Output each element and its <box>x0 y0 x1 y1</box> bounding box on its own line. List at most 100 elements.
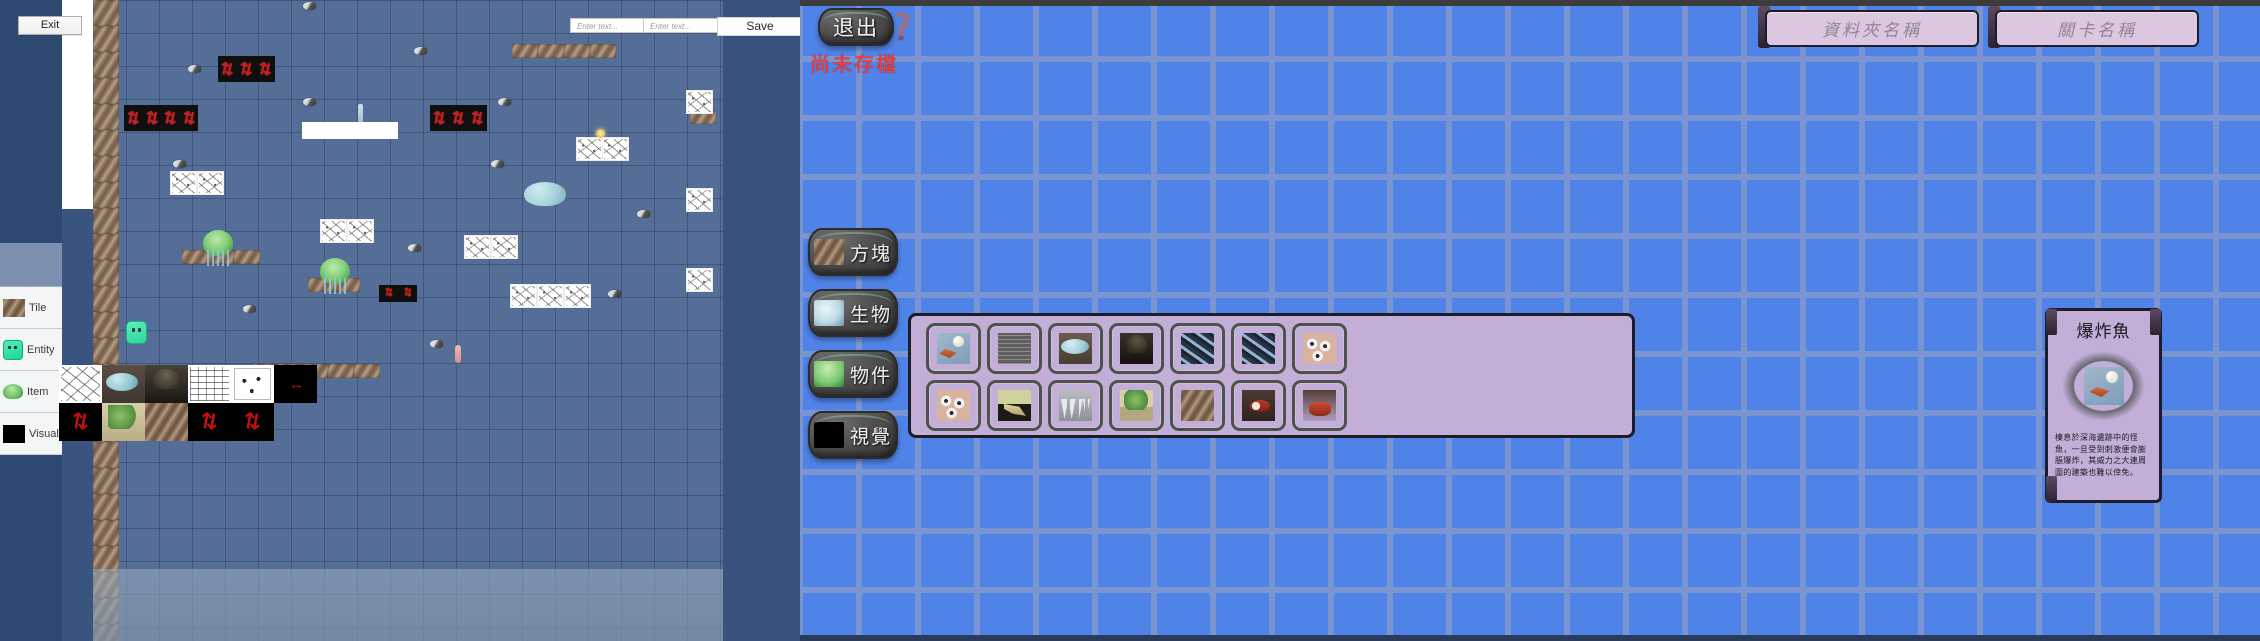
palette-item-bomb-fish[interactable] <box>925 322 982 375</box>
palette-row: ⇅ ⇅ ⇅ <box>59 403 321 441</box>
palette-item-whale[interactable] <box>102 365 145 403</box>
crab-entity[interactable] <box>414 47 427 55</box>
level-name-input[interactable]: Enter text... <box>643 18 718 33</box>
palette-item-eyes-block[interactable] <box>1291 322 1348 375</box>
palette-item-arrow[interactable]: ⇅ <box>188 403 231 441</box>
entity-icon <box>3 339 23 360</box>
folder-name-input[interactable]: 資料夾名稱 <box>1765 10 1979 47</box>
palette-item-eye-face-block[interactable] <box>925 379 982 432</box>
sketch-tile[interactable] <box>347 219 374 243</box>
sidebar-item-label: Visual <box>29 427 59 440</box>
sketch-tile[interactable] <box>564 284 591 308</box>
palette-item-whale[interactable] <box>1047 322 1104 375</box>
category-button-object[interactable]: 物件 <box>808 350 898 398</box>
sidebar-item-visual[interactable]: Visual <box>0 413 62 455</box>
crab-entity[interactable] <box>173 160 186 168</box>
crab-entity[interactable] <box>243 305 256 313</box>
sketch-tile[interactable] <box>510 284 537 308</box>
crab-entity[interactable] <box>430 340 443 348</box>
level-name-input[interactable]: 關卡名稱 <box>1995 10 2199 47</box>
save-button[interactable]: Save <box>717 17 800 36</box>
palette-item-eyes[interactable] <box>231 365 274 403</box>
top-edge <box>800 0 2260 6</box>
white-platform[interactable] <box>302 122 398 139</box>
sketch-tile[interactable] <box>537 284 564 308</box>
exit-button-label: 退出 <box>833 16 879 40</box>
asset-palette[interactable]: ↔ ⇅ ⇅ ⇅ <box>59 365 321 441</box>
palette-item-rope-block[interactable] <box>1169 379 1226 432</box>
sketch-tile[interactable] <box>320 219 347 243</box>
palette-item-dark-plant[interactable] <box>1108 322 1165 375</box>
palette-item-banana-block[interactable] <box>986 379 1043 432</box>
palette-item-stone[interactable] <box>188 365 231 403</box>
folder-name-input[interactable]: Enter text... <box>570 18 645 33</box>
crab-entity[interactable] <box>303 98 316 106</box>
player-entity[interactable] <box>126 321 147 344</box>
palette-item-rock-vein-b[interactable] <box>1230 322 1287 375</box>
sidebar-item-tile[interactable]: Tile <box>0 287 62 329</box>
palette-item-rope[interactable] <box>145 403 188 441</box>
palette-item-net-wall[interactable] <box>986 322 1043 375</box>
asset-palette-grid <box>925 322 1348 432</box>
exit-button[interactable]: Exit <box>18 16 82 35</box>
sketch-tile[interactable] <box>686 90 713 114</box>
crab-entity[interactable] <box>303 2 316 10</box>
lamp-decoration[interactable] <box>596 129 605 138</box>
palette-item-arrow[interactable]: ⇅ <box>59 403 102 441</box>
unsaved-status: 尚未存檔 <box>810 52 898 76</box>
jellyfish-entity[interactable] <box>320 258 350 294</box>
palette-item-red-line[interactable]: ↔ <box>274 365 317 403</box>
level-canvas[interactable] <box>93 0 723 641</box>
crab-entity[interactable] <box>188 65 201 73</box>
sidebar-item-item[interactable]: Item <box>0 371 62 413</box>
sketch-tile[interactable] <box>491 235 518 259</box>
visual-icon <box>3 424 25 443</box>
category-button-column: 方塊 生物 物件 視覺 <box>808 228 898 472</box>
jellyfish-entity[interactable] <box>203 230 233 266</box>
crab-entity[interactable] <box>408 244 421 252</box>
crab-entity[interactable] <box>498 98 511 106</box>
visual-icon <box>813 422 844 448</box>
palette-item-teeth-block[interactable] <box>1047 379 1104 432</box>
sketch-tile[interactable] <box>576 137 603 161</box>
arrow-tile-block[interactable]: ⇅ ⇅ ⇅ <box>218 56 275 82</box>
sketch-tile[interactable] <box>464 235 491 259</box>
arrow-tile-block[interactable]: ⇅ ⇅ ⇅ <box>430 105 487 131</box>
crab-entity[interactable] <box>637 210 650 218</box>
crab-entity[interactable] <box>608 290 621 298</box>
sketch-tile[interactable] <box>602 137 629 161</box>
info-card-title: 爆炸魚 <box>2076 322 2131 342</box>
sketch-tile[interactable] <box>197 171 224 195</box>
sketch-tile[interactable] <box>170 171 197 195</box>
palette-item-arrow[interactable]: ⇅ <box>231 403 274 441</box>
palette-item-potted-plant[interactable] <box>102 403 145 441</box>
sidebar-item-label: Tile <box>29 301 47 314</box>
card-corner-decoration <box>2046 476 2057 502</box>
arrow-tile-block[interactable]: ⇅ ⇅ <box>379 285 417 302</box>
object-icon <box>813 361 844 387</box>
palette-item-rock-vein-a[interactable] <box>1169 322 1226 375</box>
polished-editor-pane: 退出 尚未存檔 資料夾名稱 關卡名稱 保存 測試 方塊 生物 物件 視 <box>800 0 2260 641</box>
sidebar-item-entity[interactable]: Entity <box>0 329 62 371</box>
prototype-editor-pane: ⇅ ⇅ ⇅ ⇅ ⇅ ⇅ ⇅ ⇅ ⇅ ⇅ ⇅ ⇅ Exit Enter text... Enter <box>0 0 800 641</box>
whale-entity[interactable] <box>524 182 566 206</box>
category-button-creature[interactable]: 生物 <box>808 289 898 337</box>
sketch-tile[interactable] <box>686 268 713 292</box>
arrow-tile-block[interactable]: ⇅ ⇅ ⇅ ⇅ <box>124 105 198 131</box>
asset-palette-panel <box>908 313 1635 438</box>
sidebar-item-label: Entity <box>27 343 55 356</box>
palette-item-mouth-block-b[interactable] <box>1291 379 1348 432</box>
right-chrome-fill <box>723 0 800 641</box>
palette-item-sketch[interactable] <box>59 365 102 403</box>
palette-item-dark-plant[interactable] <box>145 365 188 403</box>
sidebar-header <box>0 243 62 287</box>
category-button-tile[interactable]: 方塊 <box>808 228 898 276</box>
palette-item-mouth-block-a[interactable] <box>1230 379 1287 432</box>
coral-decoration[interactable] <box>455 345 461 363</box>
bomb-fish-icon <box>2083 367 2124 405</box>
exit-button[interactable]: 退出 <box>818 8 894 46</box>
category-button-visual[interactable]: 視覺 <box>808 411 898 459</box>
palette-item-potted-plant[interactable] <box>1108 379 1165 432</box>
crab-entity[interactable] <box>491 160 504 168</box>
sketch-tile[interactable] <box>686 188 713 212</box>
